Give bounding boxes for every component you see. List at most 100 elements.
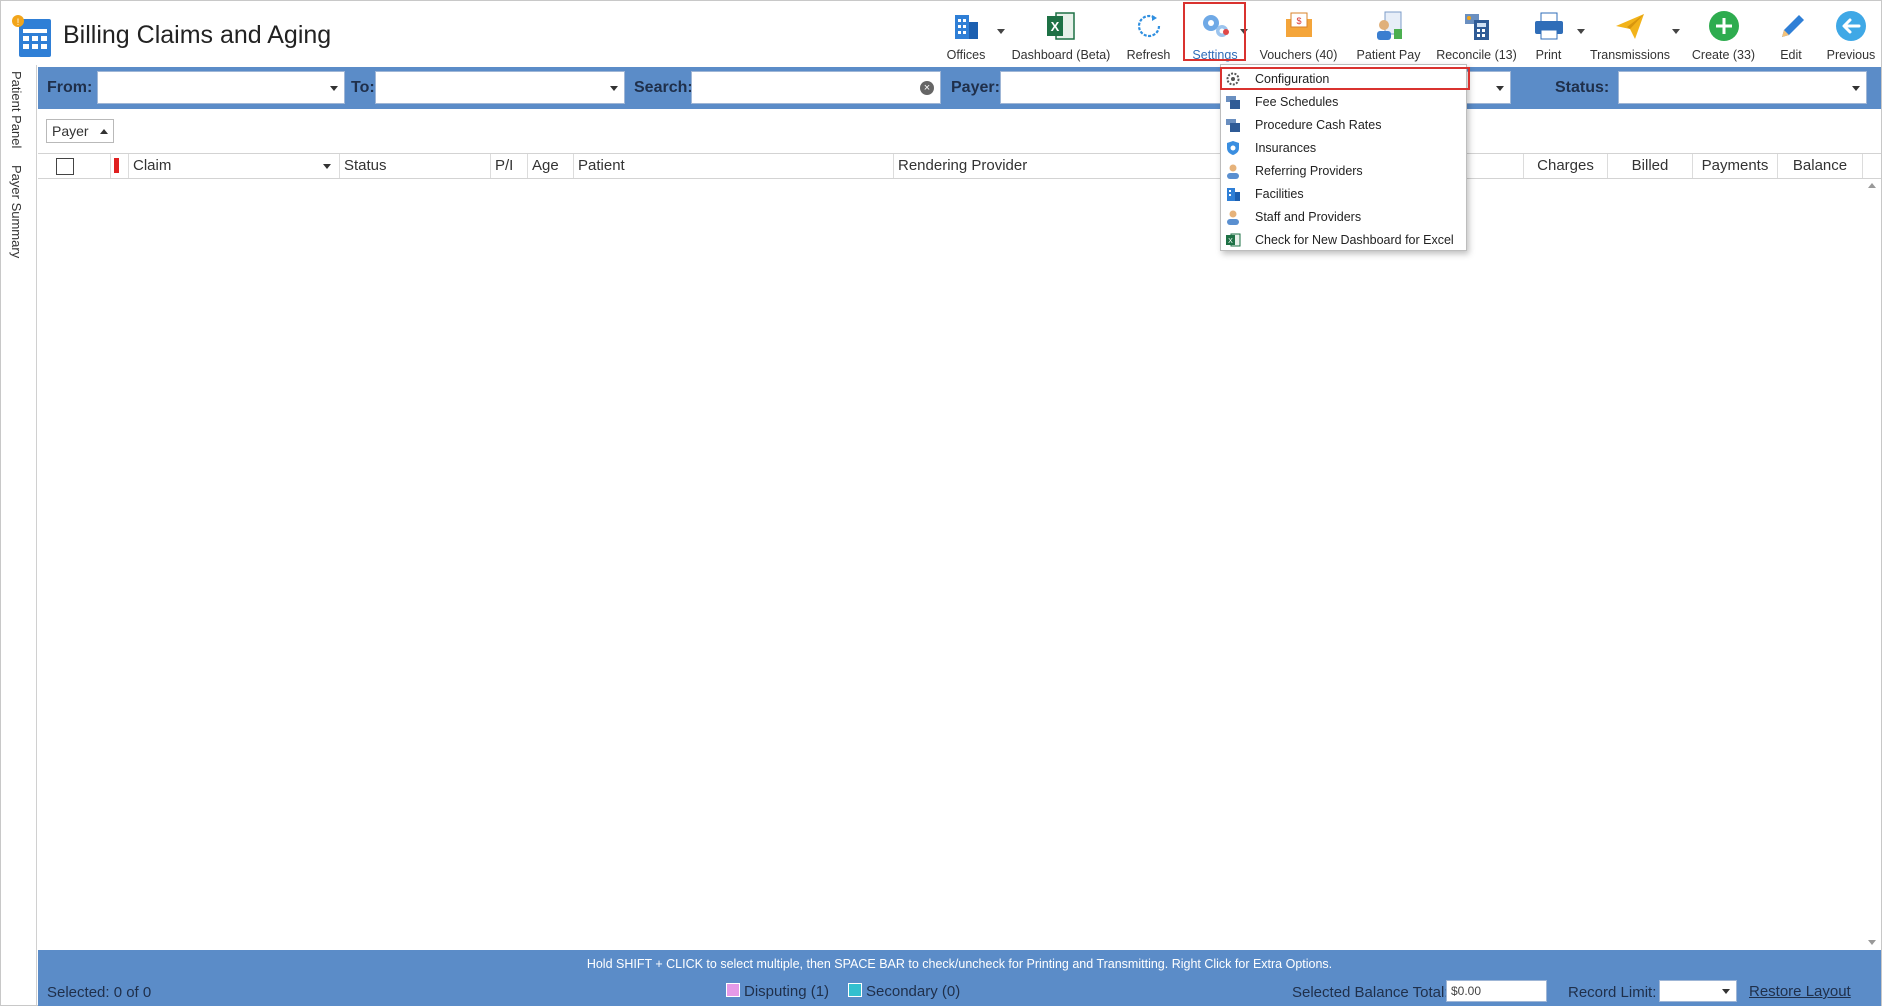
plus-circle-icon <box>1708 11 1739 41</box>
select-all-checkbox[interactable] <box>56 158 74 175</box>
person-icon <box>1227 164 1239 179</box>
offices-button[interactable]: Offices <box>931 5 1001 63</box>
selected-balance-label: Selected Balance Total: <box>1292 984 1449 1001</box>
cash-rates-icon <box>1226 119 1240 132</box>
billing-app-logo-icon: ! <box>12 15 51 57</box>
svg-text:$: $ <box>1296 16 1301 26</box>
scroll-down-icon[interactable] <box>1868 940 1876 945</box>
record-limit-label: Record Limit: <box>1568 984 1657 1001</box>
patient-pay-button[interactable]: Patient Pay <box>1351 5 1426 63</box>
search-input[interactable] <box>692 72 940 103</box>
create-button[interactable]: Create (33) <box>1686 5 1761 63</box>
age-column-label: Age <box>532 157 559 174</box>
billed-column-header[interactable]: Billed <box>1608 154 1693 178</box>
patient-column-label: Patient <box>578 157 625 174</box>
patient-panel-tab[interactable]: Patient Panel <box>9 71 24 148</box>
create-label: Create (33) <box>1691 48 1756 62</box>
payer-label: Payer: <box>951 79 1000 96</box>
menu-item-label: Fee Schedules <box>1255 95 1339 109</box>
menu-item-label: Staff and Providers <box>1255 210 1362 224</box>
menu-item-procedure-cash-rates[interactable]: Procedure Cash Rates <box>1221 114 1466 137</box>
paper-plane-icon <box>1616 14 1644 39</box>
payments-column-label: Payments <box>1701 157 1769 174</box>
excel-icon: X <box>1047 12 1075 40</box>
offices-dropdown-caret-icon[interactable] <box>997 29 1005 34</box>
charges-column-header[interactable]: Charges <box>1524 154 1608 178</box>
selected-count: Selected: 0 of 0 <box>47 984 152 1001</box>
voucher-envelope-icon: $ <box>1285 12 1312 37</box>
transmissions-button[interactable]: Transmissions <box>1586 5 1674 63</box>
scroll-up-icon[interactable] <box>1868 183 1876 188</box>
menu-item-check-new-dashboard[interactable]: X Check for New Dashboard for Excel <box>1221 229 1466 252</box>
print-dropdown-caret-icon[interactable] <box>1577 29 1585 34</box>
vertical-scrollbar[interactable] <box>1863 179 1881 949</box>
back-arrow-icon <box>1836 11 1866 41</box>
excel-icon: X <box>1226 233 1241 247</box>
clear-search-icon[interactable]: × <box>920 81 934 95</box>
search-label: Search: <box>634 79 693 96</box>
disputing-label: Disputing (1) <box>744 983 830 1000</box>
patient-column-header[interactable]: Patient <box>574 154 894 178</box>
chevron-down-icon <box>330 86 338 91</box>
print-button[interactable]: Print <box>1526 5 1571 63</box>
search-field[interactable]: × <box>691 71 941 104</box>
reconcile-button[interactable]: Reconcile (13) <box>1434 5 1519 63</box>
from-date-dropdown[interactable] <box>97 71 345 104</box>
settings-dropdown-menu: Configuration Fee Schedules Procedure Ca… <box>1220 64 1467 251</box>
to-date-dropdown[interactable] <box>375 71 625 104</box>
pi-column-header[interactable]: P/I <box>491 154 528 178</box>
chevron-down-icon <box>1722 989 1730 994</box>
shield-icon <box>1227 141 1239 155</box>
previous-button[interactable]: Previous <box>1823 5 1879 63</box>
rendering-provider-column-label: Rendering Provider <box>898 157 1028 174</box>
chevron-down-icon[interactable] <box>323 164 331 169</box>
restore-layout-link[interactable]: Restore Layout <box>1749 983 1851 1000</box>
from-date-input[interactable] <box>98 72 344 103</box>
menu-item-facilities[interactable]: Facilities <box>1221 183 1466 206</box>
patient-pay-label: Patient Pay <box>1356 48 1421 62</box>
edit-label: Edit <box>1780 48 1802 62</box>
transmissions-dropdown-caret-icon[interactable] <box>1672 29 1680 34</box>
flag-icon <box>114 158 119 173</box>
selection-hint: Hold SHIFT + CLICK to select multiple, t… <box>586 957 1333 971</box>
flag-column <box>111 154 129 178</box>
status-column-header[interactable]: Status <box>340 154 491 178</box>
secondary-label: Secondary (0) <box>866 983 961 1000</box>
claim-column-header[interactable]: Claim <box>129 154 340 178</box>
printer-icon <box>1534 12 1563 40</box>
disputing-legend: Disputing (1) <box>726 983 829 1000</box>
menu-item-staff-and-providers[interactable]: Staff and Providers <box>1221 206 1466 229</box>
age-column-header[interactable]: Age <box>528 154 574 178</box>
to-date-input[interactable] <box>376 72 624 103</box>
menu-item-label: Referring Providers <box>1255 164 1363 178</box>
page-title: Billing Claims and Aging <box>63 21 332 49</box>
billing-claims-window: ! Billing Claims and Aging Offices X Das… <box>0 0 1882 1006</box>
reconcile-label: Reconcile (13) <box>1436 48 1517 62</box>
payer-summary-tab[interactable]: Payer Summary <box>9 165 24 258</box>
status-input[interactable] <box>1619 72 1866 103</box>
filter-bar: From: To: Search: × Payer: Status: <box>38 67 1881 109</box>
menu-item-fee-schedules[interactable]: Fee Schedules <box>1221 91 1466 114</box>
menu-item-referring-providers[interactable]: Referring Providers <box>1221 160 1466 183</box>
payments-column-header[interactable]: Payments <box>1693 154 1778 178</box>
balance-column-header[interactable]: Balance <box>1778 154 1863 178</box>
print-label: Print <box>1535 48 1562 62</box>
dashboard-button[interactable]: X Dashboard (Beta) <box>1011 5 1111 63</box>
vouchers-button[interactable]: $ Vouchers (40) <box>1256 5 1341 63</box>
record-limit-dropdown[interactable] <box>1659 980 1737 1002</box>
chevron-down-icon <box>1496 86 1504 91</box>
previous-label: Previous <box>1826 48 1876 62</box>
edit-button[interactable]: Edit <box>1766 5 1816 63</box>
secondary-swatch <box>848 983 862 997</box>
status-dropdown[interactable] <box>1618 71 1867 104</box>
claim-column-label: Claim <box>133 157 172 174</box>
menu-item-insurances[interactable]: Insurances <box>1221 137 1466 160</box>
vouchers-label: Vouchers (40) <box>1259 48 1338 62</box>
group-by-label: Payer <box>52 123 89 139</box>
person-icon <box>1227 210 1239 225</box>
claims-grid-header: Claim Status P/I Age Patient Rendering P… <box>38 153 1881 179</box>
menu-item-label: Procedure Cash Rates <box>1255 118 1382 132</box>
refresh-button[interactable]: Refresh <box>1121 5 1176 63</box>
reconcile-calculator-icon <box>1464 14 1489 40</box>
group-by-payer-chip[interactable]: Payer <box>46 119 114 143</box>
